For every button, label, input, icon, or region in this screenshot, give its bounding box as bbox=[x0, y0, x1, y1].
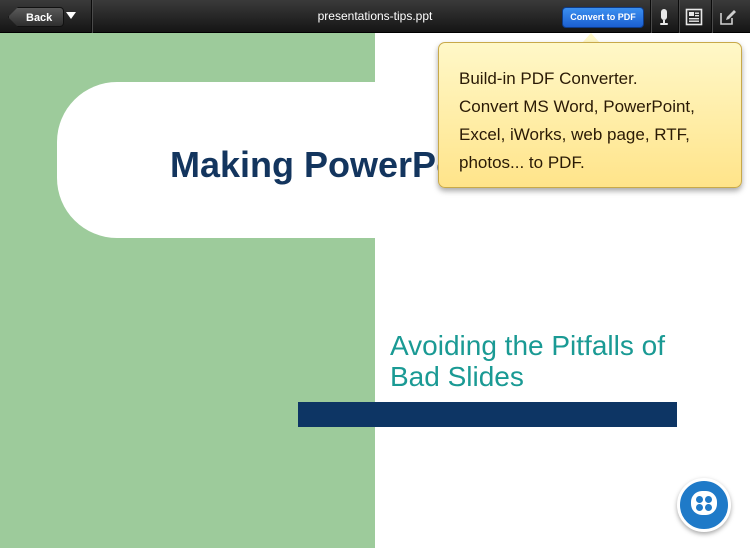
tooltip-line: Build-in PDF Converter. bbox=[459, 69, 638, 88]
top-toolbar: Back presentations-tips.ppt Convert to P… bbox=[0, 0, 750, 33]
document-view-icon[interactable] bbox=[684, 7, 704, 27]
subtitle-line: Bad Slides bbox=[390, 361, 524, 392]
slide-subtitle: Avoiding the Pitfalls of Bad Slides bbox=[390, 330, 710, 392]
slide-accent-bar bbox=[298, 402, 677, 427]
microphone-icon[interactable] bbox=[654, 7, 674, 27]
toolbar-divider bbox=[711, 0, 712, 33]
subtitle-line: Avoiding the Pitfalls of bbox=[390, 330, 665, 361]
tooltip-line: Convert MS Word, PowerPoint, bbox=[459, 97, 695, 116]
tooltip-line: Excel, iWorks, web page, RTF, bbox=[459, 125, 690, 144]
tooltip-line: photos... to PDF. bbox=[459, 153, 585, 172]
converter-tooltip[interactable]: Build-in PDF Converter. Convert MS Word,… bbox=[438, 42, 742, 188]
toolbar-divider bbox=[650, 0, 651, 33]
toolbar-divider bbox=[678, 0, 679, 33]
chat-bubble-button[interactable] bbox=[677, 478, 731, 532]
chat-bubble-icon bbox=[691, 491, 717, 515]
convert-to-pdf-button[interactable]: Convert to PDF bbox=[562, 7, 644, 28]
edit-icon[interactable] bbox=[718, 7, 738, 27]
